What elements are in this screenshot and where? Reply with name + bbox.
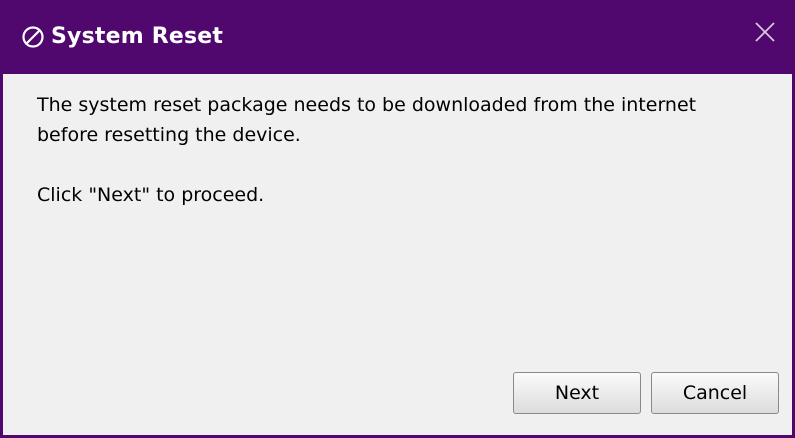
dialog-titlebar: System Reset (3, 0, 792, 74)
close-icon (755, 22, 775, 42)
cancel-button[interactable]: Cancel (651, 372, 779, 414)
message-line-2: before resetting the device. (37, 124, 301, 146)
close-button[interactable] (750, 17, 780, 47)
message-line-1: The system reset package needs to be dow… (37, 94, 697, 116)
dialog-content: The system reset package needs to be dow… (3, 74, 792, 435)
dialog-title-group: System Reset (21, 22, 223, 52)
message-line-3: Click "Next" to proceed. (37, 184, 265, 206)
system-reset-dialog: System Reset The system reset package ne… (0, 0, 795, 438)
dialog-title: System Reset (51, 24, 224, 49)
next-button[interactable]: Next (513, 372, 641, 414)
dialog-message: The system reset package needs to be dow… (37, 90, 782, 210)
circle-slash-icon (21, 25, 45, 49)
